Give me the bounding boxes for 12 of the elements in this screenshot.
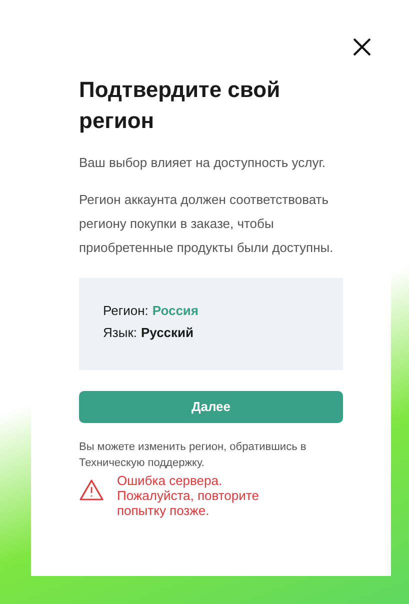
description: Регион аккаунта должен соответствовать региону покупки в заказе, чтобы приобретенные продукты были доступны. (79, 191, 334, 257)
subtitle: Ваш выбор влияет на доступность услуг. (79, 154, 326, 172)
next-button[interactable]: Далее (79, 391, 343, 423)
note-text: Вы можете изменить регион, обратившись в Техническую поддержку. (79, 440, 308, 471)
info-value: Россия (152, 302, 199, 320)
dialog-title: Подтвердите свой регион (79, 76, 282, 135)
info-label: Язык: (103, 324, 137, 342)
info-label: Регион: (103, 302, 148, 320)
warning-icon (79, 479, 104, 501)
close-icon[interactable] (353, 38, 371, 56)
info-value: Русский (141, 324, 194, 342)
error-message: Ошибка сервера. Пожалуйста, повторите попытку позже. (117, 473, 260, 518)
